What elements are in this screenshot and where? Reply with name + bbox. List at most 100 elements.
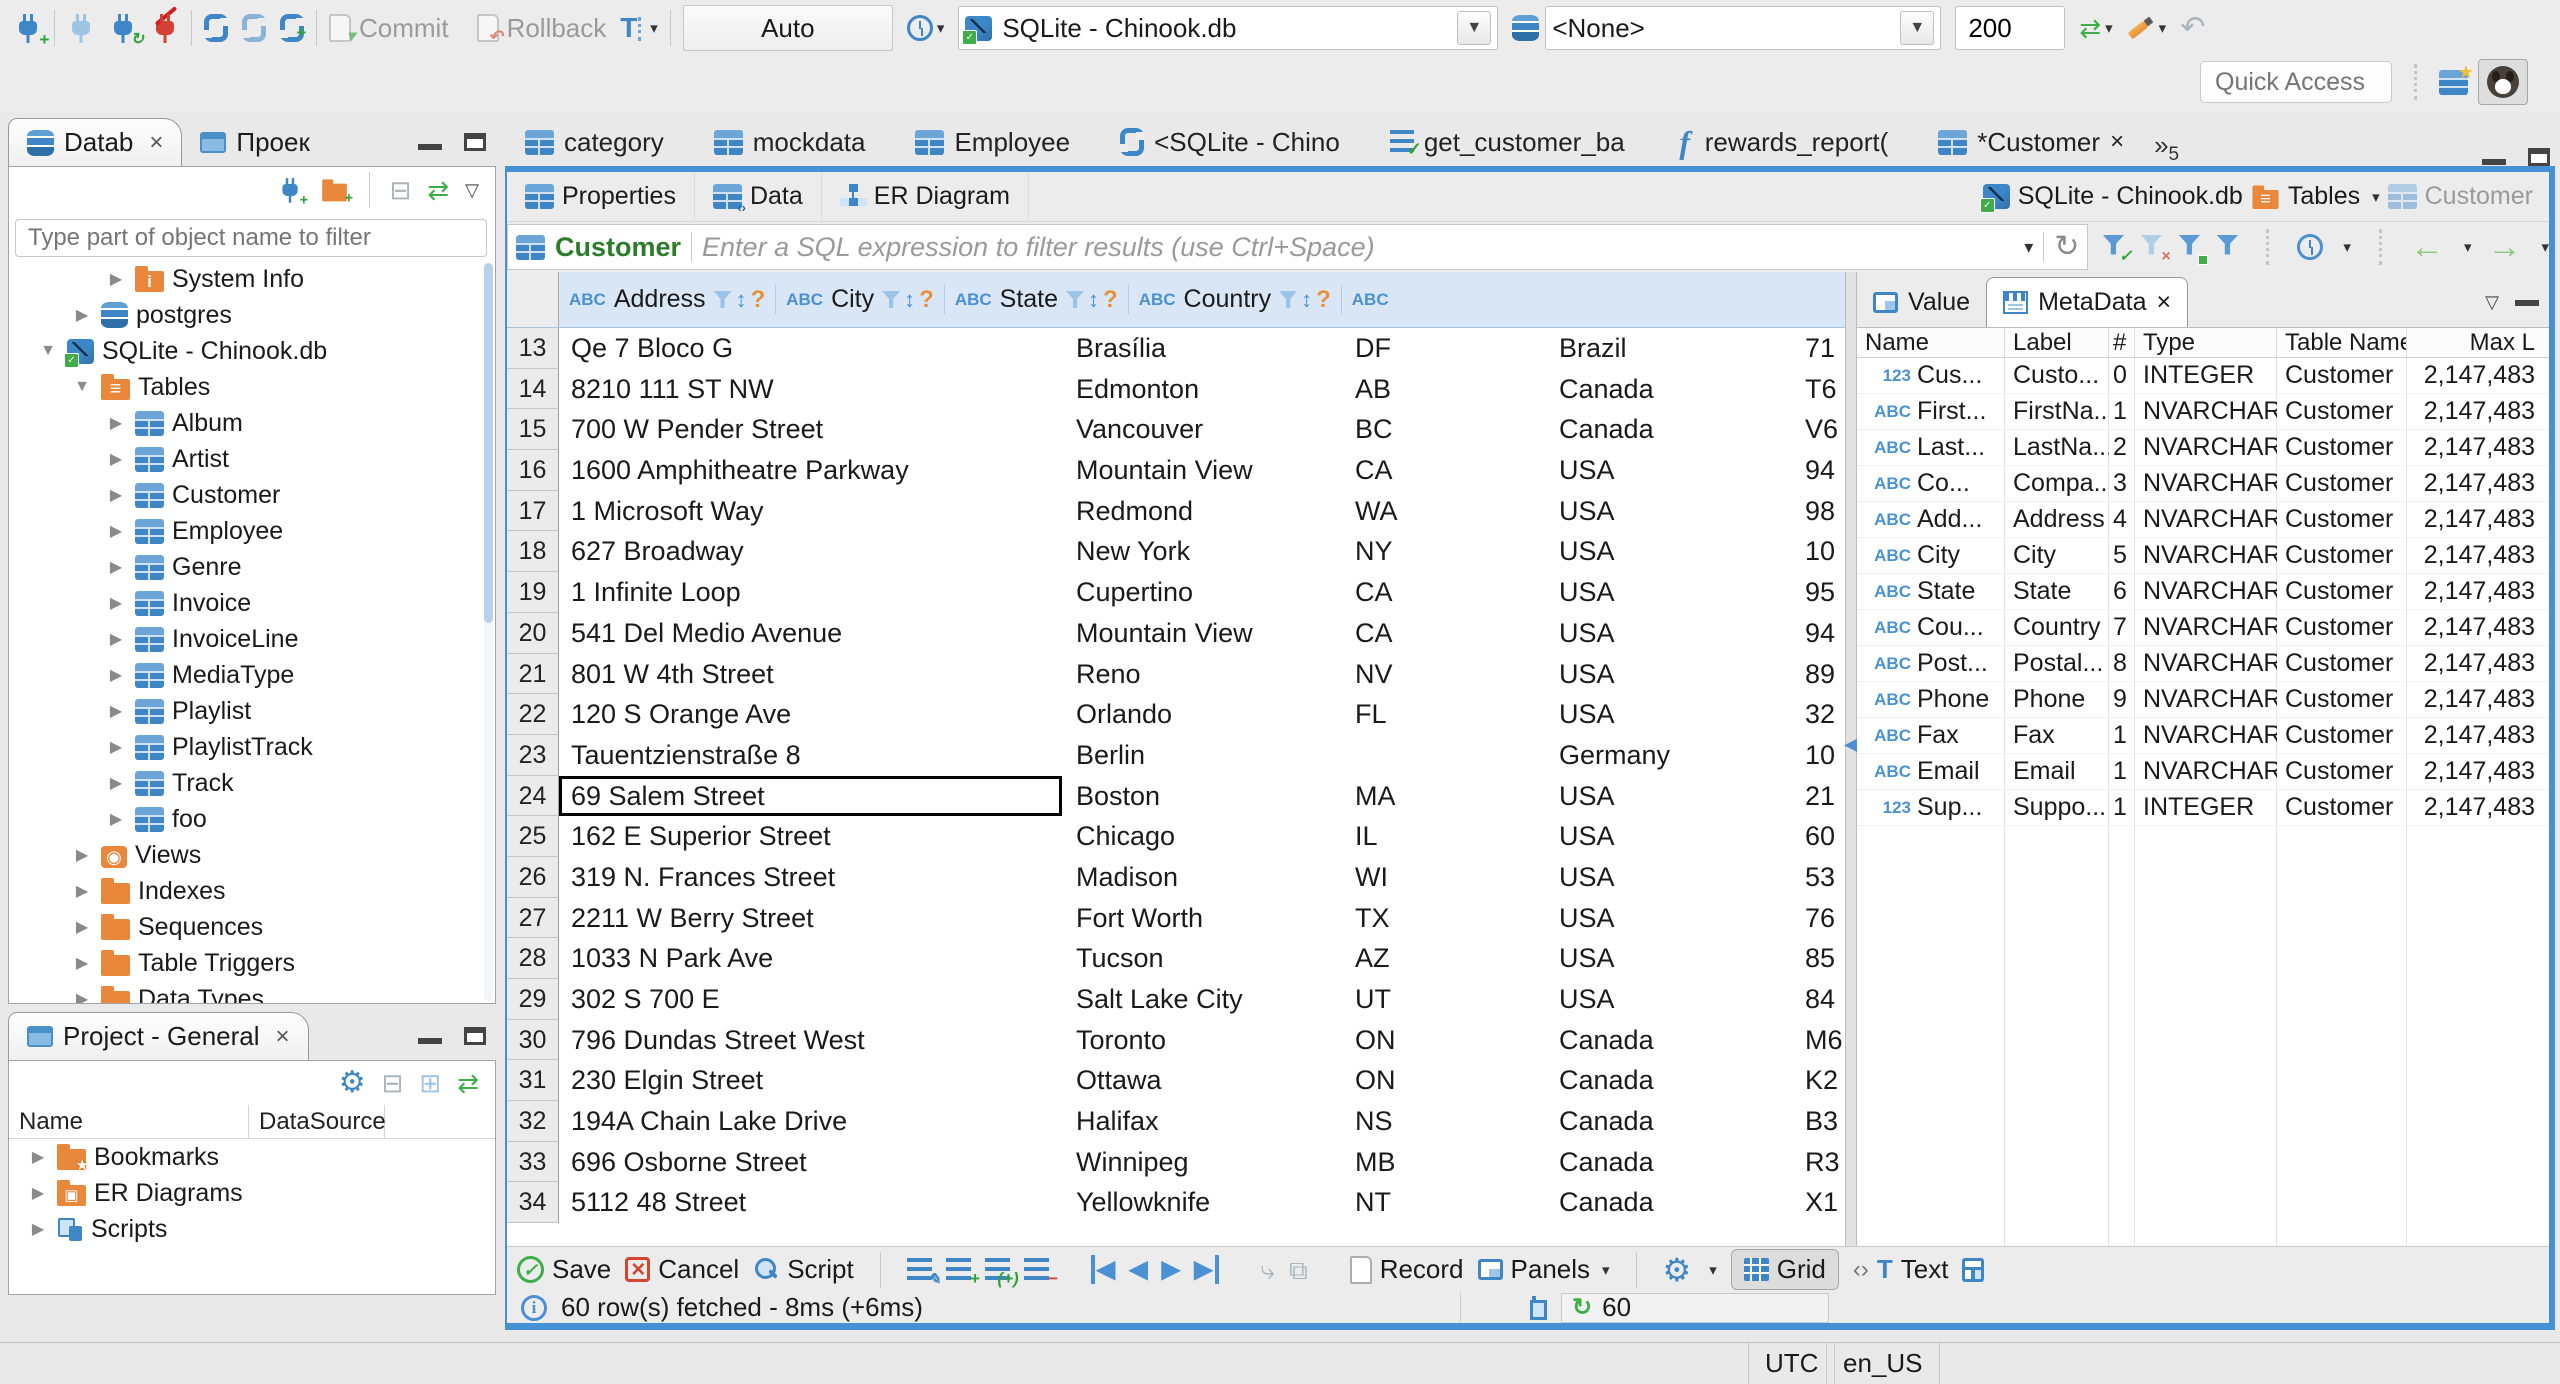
project-settings-gear-icon[interactable]: ⚙ [339,1068,366,1098]
cell-country[interactable]: Canada [1547,409,1793,451]
grid-row[interactable]: 15 700 W Pender Street Vancouver BC Cana… [507,409,1845,451]
meta-column-label[interactable]: Label [2005,328,2109,357]
cell-state[interactable]: AB [1343,368,1547,410]
cell-country[interactable]: USA [1547,979,1793,1020]
meta-cell-name[interactable]: ABC State [1857,574,2005,609]
column-name[interactable]: Name [9,1105,249,1138]
cell-state[interactable]: CA [1343,572,1547,613]
expand-arrow-icon[interactable]: ▶ [71,845,93,865]
commit-mode-button[interactable]: Auto [682,5,893,51]
quick-access-input[interactable] [2200,61,2392,103]
cell-city[interactable]: Redmond [1064,490,1343,532]
expand-arrow-icon[interactable]: ▶ [105,665,127,685]
meta-cell-ordinal[interactable]: 1 [2109,718,2135,753]
meta-cell-name[interactable]: ABC First... [1857,394,2005,429]
cell-postal-partial[interactable]: 94 [1793,613,1845,654]
cell-address[interactable]: 1 Microsoft Way [559,490,1064,532]
cell-state[interactable]: WI [1343,856,1547,898]
meta-column-name[interactable]: Name [1857,328,2005,357]
expand-arrow-icon[interactable]: ▶ [105,449,127,469]
meta-cell-type[interactable]: NVARCHAR [2135,718,2277,753]
meta-cell-maxlength[interactable]: 2,147,483 [2407,682,2543,717]
maximize-view-icon[interactable] [464,133,486,151]
cell-postal-partial[interactable]: V6 [1793,409,1845,450]
meta-cell-maxlength[interactable]: 2,147,483 [2407,502,2543,537]
grid-row[interactable]: 21 801 W 4th Street Reno NV USA 89 [507,653,1845,695]
grid-row[interactable]: 24 69 Salem Street Boston MA USA 21 [507,775,1845,817]
timezone-indicator[interactable]: UTC [1748,1343,1836,1384]
project-expand-icon[interactable]: ⊞ [419,1070,441,1096]
meta-column-max[interactable]: Max L [2407,328,2543,357]
tree-item[interactable]: ▶ PlaylistTrack [9,729,495,765]
cell-state[interactable]: IL [1343,816,1547,857]
meta-cell-table[interactable]: Customer [2277,790,2407,825]
cell-state[interactable]: DF [1343,328,1547,369]
cell-country[interactable]: Canada [1547,1182,1793,1224]
transaction-log-dropdown[interactable]: ▾ [937,19,945,37]
cell-country[interactable]: Canada [1547,1060,1793,1102]
cell-country[interactable]: USA [1547,816,1793,857]
cell-country[interactable]: USA [1547,775,1793,817]
fetch-next-icon[interactable]: → [2487,230,2521,264]
meta-cell-label[interactable]: FirstNa... [2005,394,2109,429]
tab-overflow-indicator[interactable]: »5 [2154,130,2179,166]
add-row-icon[interactable]: + [945,1258,980,1287]
metadata-row[interactable]: 123 Sup... Suppo... 1 INTEGER Customer 2… [1857,790,2549,826]
meta-cell-table[interactable]: Customer [2277,646,2407,681]
meta-cell-ordinal[interactable]: 1 [2109,394,2135,429]
cell-city[interactable]: Salt Lake City [1064,979,1343,1020]
meta-cell-table[interactable]: Customer [2277,502,2407,537]
meta-cell-maxlength[interactable]: 2,147,483 [2407,430,2543,465]
transaction-mode-dropdown[interactable]: ▾ [650,19,658,37]
row-number[interactable]: 13 [507,328,559,369]
grid-row[interactable]: 26 319 N. Frances Street Madison WI USA … [507,856,1845,898]
metadata-row[interactable]: 123 Cus... Custo... 0 INTEGER Customer 2… [1857,358,2549,394]
nav-new-folder-icon[interactable]: + [321,179,352,205]
tree-item[interactable]: ▶ Employee [9,513,495,549]
tree-item[interactable]: ▶ Views [9,837,495,873]
grid-row[interactable]: 22 120 S Orange Ave Orlando FL USA 32 [507,694,1845,735]
row-number[interactable]: 18 [507,531,559,573]
grid-row[interactable]: 34 5112 48 Street Yellowknife NT Canada … [507,1182,1845,1224]
cell-state[interactable]: MA [1343,775,1547,817]
cell-address[interactable]: 8210 111 ST NW [559,368,1064,410]
tab-database-navigator[interactable]: Datab × [8,118,183,166]
breadcrumb-connection[interactable]: SQLite - Chinook.db [2018,182,2243,211]
disconnect-icon[interactable] [151,6,179,44]
row-number[interactable]: 30 [507,1019,559,1061]
metadata-row[interactable]: ABC Post... Postal... 8 NVARCHAR Custome… [1857,646,2549,682]
cell-country[interactable]: USA [1547,938,1793,979]
cell-city[interactable]: Vancouver [1064,409,1343,451]
cell-state[interactable]: NV [1343,653,1547,695]
grid-column-header-stub[interactable]: ABC [1342,272,1394,327]
metadata-row[interactable]: ABC Co... Compa... 3 NVARCHAR Customer 2… [1857,466,2549,502]
row-number[interactable]: 16 [507,450,559,491]
editor-minimize-icon[interactable] [2482,159,2506,165]
meta-cell-name[interactable]: ABC Phone [1857,682,2005,717]
previous-row-icon[interactable]: ◀ [1129,1255,1147,1284]
column-filter-icon[interactable] [1279,291,1298,308]
tab-metadata[interactable]: MetaData × [1986,277,2189,327]
cell-address[interactable]: 796 Dundas Street West [559,1019,1064,1061]
meta-cell-type[interactable]: NVARCHAR [2135,502,2277,537]
auto-refresh-timer-dropdown[interactable]: ▾ [2343,238,2351,256]
cell-postal-partial[interactable]: X1 [1793,1182,1845,1223]
row-number[interactable]: 19 [507,572,559,613]
text-view-button[interactable]: ‹› T Text [1853,1254,1949,1285]
cell-country[interactable]: Canada [1547,1019,1793,1061]
expand-arrow-icon[interactable]: ▶ [105,521,127,541]
cell-address[interactable]: 700 W Pender Street [559,409,1064,451]
rollback-button[interactable]: Rollback [507,13,607,44]
meta-cell-type[interactable]: NVARCHAR [2135,538,2277,573]
cell-country[interactable]: USA [1547,531,1793,573]
cell-address[interactable]: 302 S 700 E [559,979,1064,1020]
cell-address[interactable]: 627 Broadway [559,531,1064,573]
cell-city[interactable]: Chicago [1064,816,1343,857]
cell-postal-partial[interactable]: R3 [1793,1142,1845,1183]
fetch-count-box[interactable]: ↻ 60 [1561,1292,1829,1323]
meta-cell-maxlength[interactable]: 2,147,483 [2407,754,2543,789]
nav-new-connection-icon[interactable]: + [278,176,307,207]
tree-item[interactable]: ▼ SQLite - Chinook.db [9,333,495,369]
cell-postal-partial[interactable]: M6 [1793,1020,1845,1061]
next-row-icon[interactable]: ▶ [1162,1255,1180,1284]
